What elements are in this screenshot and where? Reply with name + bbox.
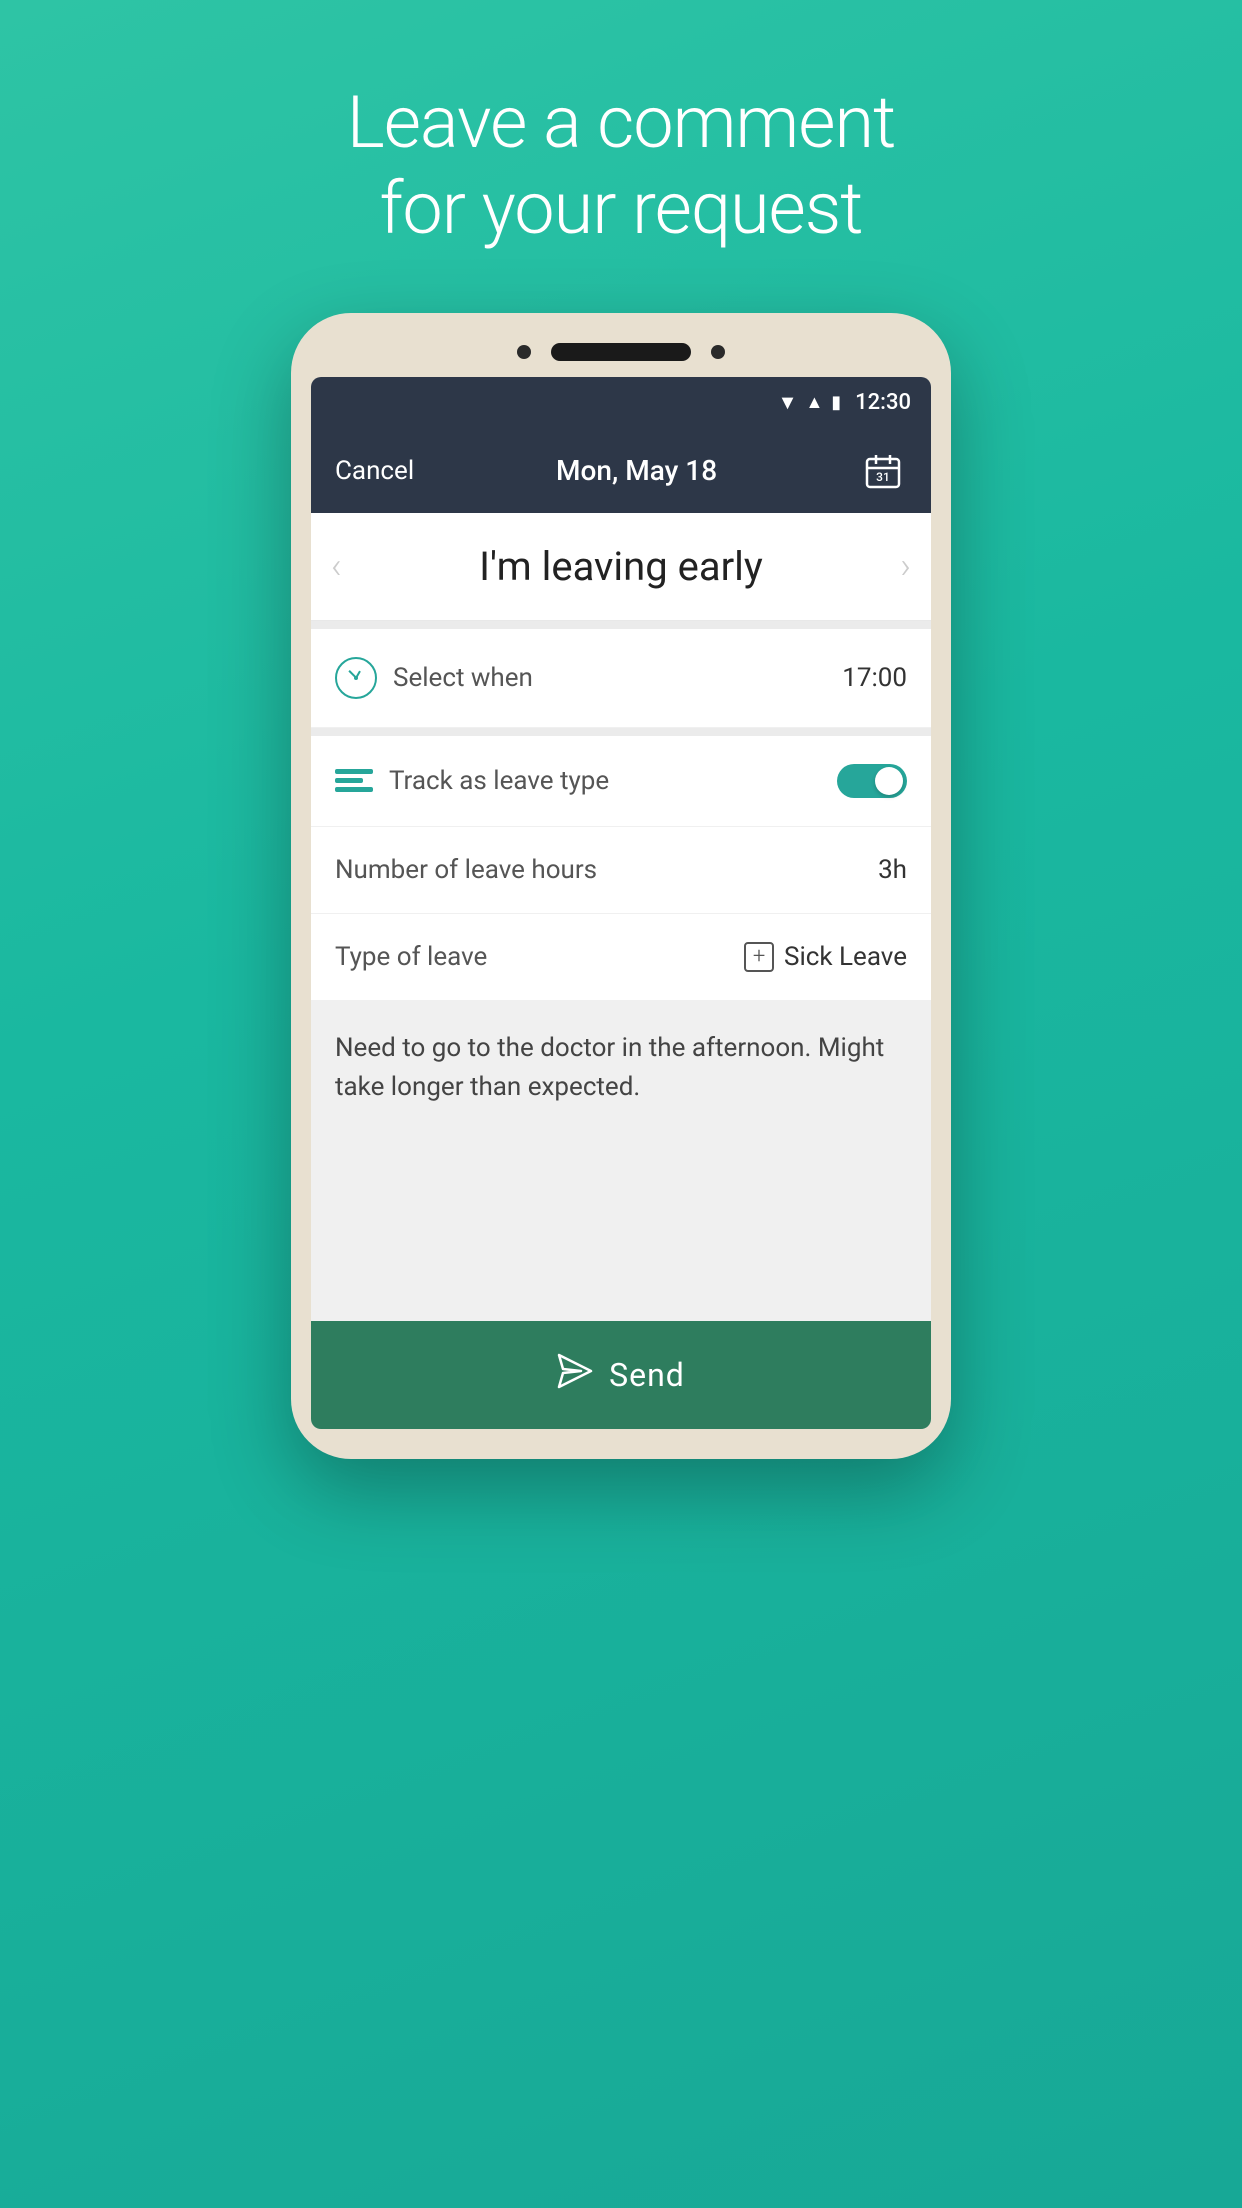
status-bar: ▼ ▲ ▮ 12:30: [311, 377, 931, 429]
request-type-title: I'm leaving early: [342, 543, 901, 590]
svg-text:31: 31: [876, 470, 890, 484]
phone-dot-right: [711, 345, 725, 359]
phone-dot-left: [517, 345, 531, 359]
status-icons: ▼ ▲ ▮ 12:30: [778, 390, 911, 415]
request-navigation: ‹ I'm leaving early ›: [311, 513, 931, 621]
send-button[interactable]: Send: [311, 1321, 931, 1429]
calendar-icon-button[interactable]: 31: [859, 447, 907, 495]
track-leave-row[interactable]: Track as leave type: [311, 736, 931, 827]
select-when-row[interactable]: Select when 17:00: [311, 629, 931, 728]
select-when-label: Select when: [393, 663, 533, 693]
nav-next-arrow[interactable]: ›: [900, 545, 911, 587]
header-date: Mon, May 18: [556, 454, 717, 487]
app-header: Cancel Mon, May 18 31: [311, 429, 931, 513]
leave-hours-row[interactable]: Number of leave hours 3h: [311, 827, 931, 914]
send-label: Send: [609, 1356, 685, 1394]
type-of-leave-label: Type of leave: [335, 942, 487, 972]
page-title: Leave a comment for your request: [347, 80, 896, 253]
toggle-knob: [875, 767, 903, 795]
type-of-leave-value: + Sick Leave: [744, 942, 907, 972]
comment-area[interactable]: Need to go to the doctor in the afternoo…: [311, 1001, 931, 1321]
phone-speaker: [551, 343, 691, 361]
type-of-leave-row[interactable]: Type of leave + Sick Leave: [311, 914, 931, 1001]
select-when-value: 17:00: [842, 663, 907, 693]
leave-type-icon: [335, 769, 373, 792]
send-icon: [557, 1353, 593, 1397]
inner-divider: [311, 728, 931, 736]
time-display: 12:30: [855, 390, 911, 415]
select-when-left: Select when: [335, 657, 533, 699]
nav-prev-arrow[interactable]: ‹: [331, 545, 342, 587]
track-leave-left: Track as leave type: [335, 766, 609, 796]
phone-mockup: ▼ ▲ ▮ 12:30 Cancel Mon, May 18 31: [291, 313, 951, 1459]
comment-text: Need to go to the doctor in the afternoo…: [335, 1033, 884, 1102]
cancel-button[interactable]: Cancel: [335, 456, 414, 486]
clock-icon: [335, 657, 377, 699]
track-leave-toggle[interactable]: [837, 764, 907, 798]
type-of-leave-name: Sick Leave: [784, 942, 907, 972]
leave-hours-label: Number of leave hours: [335, 855, 597, 885]
form-section: Select when 17:00 Track as leave type: [311, 629, 931, 1001]
battery-icon: ▮: [831, 392, 841, 413]
phone-top-bar: [311, 343, 931, 361]
plus-box-icon: +: [744, 942, 774, 972]
section-divider: [311, 621, 931, 629]
signal-icon: ▲: [805, 392, 823, 413]
phone-screen: ▼ ▲ ▮ 12:30 Cancel Mon, May 18 31: [311, 377, 931, 1429]
leave-hours-value: 3h: [878, 855, 907, 885]
track-leave-label: Track as leave type: [389, 766, 609, 796]
wifi-icon: ▼: [778, 390, 798, 415]
